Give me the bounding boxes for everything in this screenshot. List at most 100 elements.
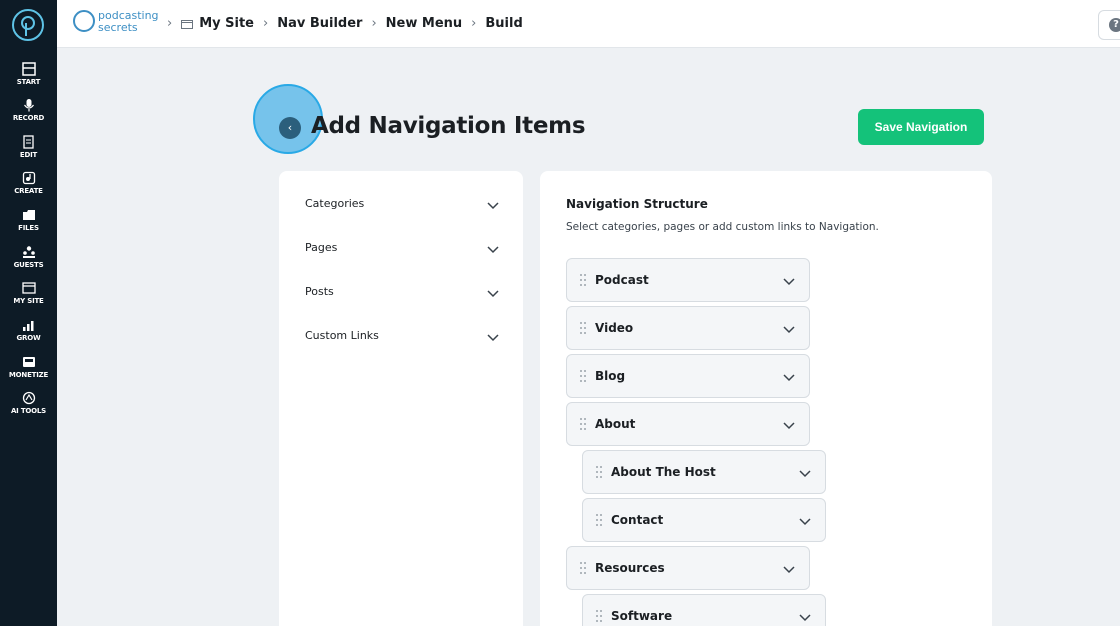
sidebar-item-record[interactable]: RECORD (0, 98, 57, 122)
sidebar-item-label: EDIT (19, 151, 38, 159)
source-panel: Categories Pages Posts Custom Links (279, 171, 523, 626)
drag-handle-icon[interactable] (579, 273, 587, 287)
accordion-posts[interactable]: Posts (305, 285, 499, 305)
chevron-down-icon (487, 202, 499, 210)
drag-handle-icon[interactable] (579, 321, 587, 335)
sidebar-item-label: RECORD (12, 114, 45, 122)
brand-text-line2: secrets (98, 21, 138, 34)
sidebar-item-label: MONETIZE (8, 371, 49, 379)
nav-item-about[interactable]: About (566, 402, 810, 446)
nav-item-label: Podcast (595, 273, 649, 287)
nav-item-label: Resources (595, 561, 665, 575)
nav-item-label: Video (595, 321, 634, 335)
sidebar-item-files[interactable]: FILES (0, 208, 57, 232)
sidebar-item-grow[interactable]: GROW (0, 318, 57, 342)
nav-item-label: Blog (595, 369, 626, 383)
nav-item-video[interactable]: Video (566, 306, 810, 350)
section-description: Select categories, pages or add custom l… (566, 221, 879, 233)
guests-icon (22, 246, 35, 258)
nav-item-podcast[interactable]: Podcast (566, 258, 810, 302)
back-button[interactable]: ‹ (279, 117, 301, 139)
nav-item-software[interactable]: Software (582, 594, 826, 626)
drag-handle-icon[interactable] (579, 369, 587, 383)
accordion-label: Categories (305, 197, 365, 210)
sidebar-item-edit[interactable]: EDIT (0, 135, 57, 159)
ai-tools-icon (22, 391, 35, 405)
breadcrumb: › My Site › Nav Builder › New Menu › Bui… (167, 16, 523, 31)
breadcrumb-build: Build (485, 16, 523, 31)
sidebar-item-monetize[interactable]: MONETIZE (0, 355, 57, 379)
accordion-label: Custom Links (305, 329, 379, 342)
help-button[interactable]: ? (1098, 10, 1120, 40)
breadcrumb-separator-icon: › (471, 16, 477, 31)
nav-item-label: Contact (611, 513, 664, 527)
drag-handle-icon[interactable] (579, 561, 587, 575)
accordion-categories[interactable]: Categories (305, 197, 499, 217)
help-icon: ? (1109, 18, 1120, 32)
chevron-down-icon[interactable] (783, 372, 795, 382)
create-icon (22, 171, 35, 185)
sidebar-item-label: AI TOOLS (10, 407, 47, 415)
monetize-icon (22, 357, 35, 367)
breadcrumb-nav-builder[interactable]: Nav Builder (277, 16, 362, 31)
sidebar-item-start[interactable]: START (0, 62, 57, 86)
start-icon (21, 62, 36, 76)
nav-item-resources[interactable]: Resources (566, 546, 810, 590)
breadcrumb-separator-icon: › (167, 16, 173, 31)
chevron-down-icon (487, 334, 499, 342)
chevron-down-icon[interactable] (799, 516, 811, 526)
brand-mark-icon (73, 10, 95, 32)
sidebar-item-label: FILES (18, 224, 39, 232)
chevron-down-icon (487, 290, 499, 298)
edit-icon (22, 135, 34, 149)
top-bar: podcasting secrets › My Site › Nav Build… (57, 0, 1120, 48)
grow-icon (22, 321, 33, 331)
accordion-pages[interactable]: Pages (305, 241, 499, 261)
nav-item-contact[interactable]: Contact (582, 498, 826, 542)
accordion-custom-links[interactable]: Custom Links (305, 329, 499, 349)
app-logo[interactable] (12, 9, 44, 41)
chevron-left-icon: ‹ (287, 121, 293, 134)
breadcrumb-my-site[interactable]: My Site (199, 16, 254, 31)
microphone-icon (23, 99, 34, 112)
sidebar-item-label: MY SITE (13, 297, 44, 305)
save-navigation-button[interactable]: Save Navigation (858, 109, 984, 145)
nav-item-about-the-host[interactable]: About The Host (582, 450, 826, 494)
chevron-down-icon[interactable] (799, 612, 811, 622)
breadcrumb-separator-icon: › (263, 16, 269, 31)
sidebar-item-ai-tools[interactable]: AI TOOLS (0, 391, 57, 415)
drag-handle-icon[interactable] (579, 417, 587, 431)
drag-handle-icon[interactable] (595, 465, 603, 479)
sidebar-item-guests[interactable]: GUESTS (0, 245, 57, 269)
sidebar-item-label: GUESTS (13, 261, 44, 269)
sidebar-item-label: GROW (16, 334, 41, 342)
section-title: Navigation Structure (566, 197, 708, 211)
breadcrumb-new-menu[interactable]: New Menu (386, 16, 463, 31)
sidebar-item-label: CREATE (14, 187, 43, 195)
chevron-down-icon[interactable] (783, 564, 795, 574)
logo-mark-icon (21, 16, 35, 36)
accordion-label: Pages (305, 241, 338, 254)
drag-handle-icon[interactable] (595, 609, 603, 623)
mysite-icon (21, 282, 36, 294)
accordion-label: Posts (305, 285, 334, 298)
nav-item-blog[interactable]: Blog (566, 354, 810, 398)
sidebar-item-create[interactable]: CREATE (0, 171, 57, 195)
files-icon (22, 210, 35, 220)
main-sidebar: START RECORD EDIT CREATE FILES GUESTS MY… (0, 0, 57, 626)
drag-handle-icon[interactable] (595, 513, 603, 527)
brand-logo[interactable]: podcasting secrets (73, 9, 163, 37)
sidebar-item-label: START (16, 78, 41, 86)
page-title: Add Navigation Items (311, 113, 586, 139)
chevron-down-icon[interactable] (783, 276, 795, 286)
navigation-structure-panel: Navigation Structure Select categories, … (540, 171, 992, 626)
nav-item-label: About The Host (611, 465, 716, 479)
chevron-down-icon[interactable] (783, 324, 795, 334)
chevron-down-icon[interactable] (783, 420, 795, 430)
breadcrumb-separator-icon: › (371, 16, 377, 31)
nav-item-label: Software (611, 609, 673, 623)
chevron-down-icon (487, 246, 499, 254)
nav-item-label: About (595, 417, 636, 431)
chevron-down-icon[interactable] (799, 468, 811, 478)
sidebar-item-my-site[interactable]: MY SITE (0, 281, 57, 305)
